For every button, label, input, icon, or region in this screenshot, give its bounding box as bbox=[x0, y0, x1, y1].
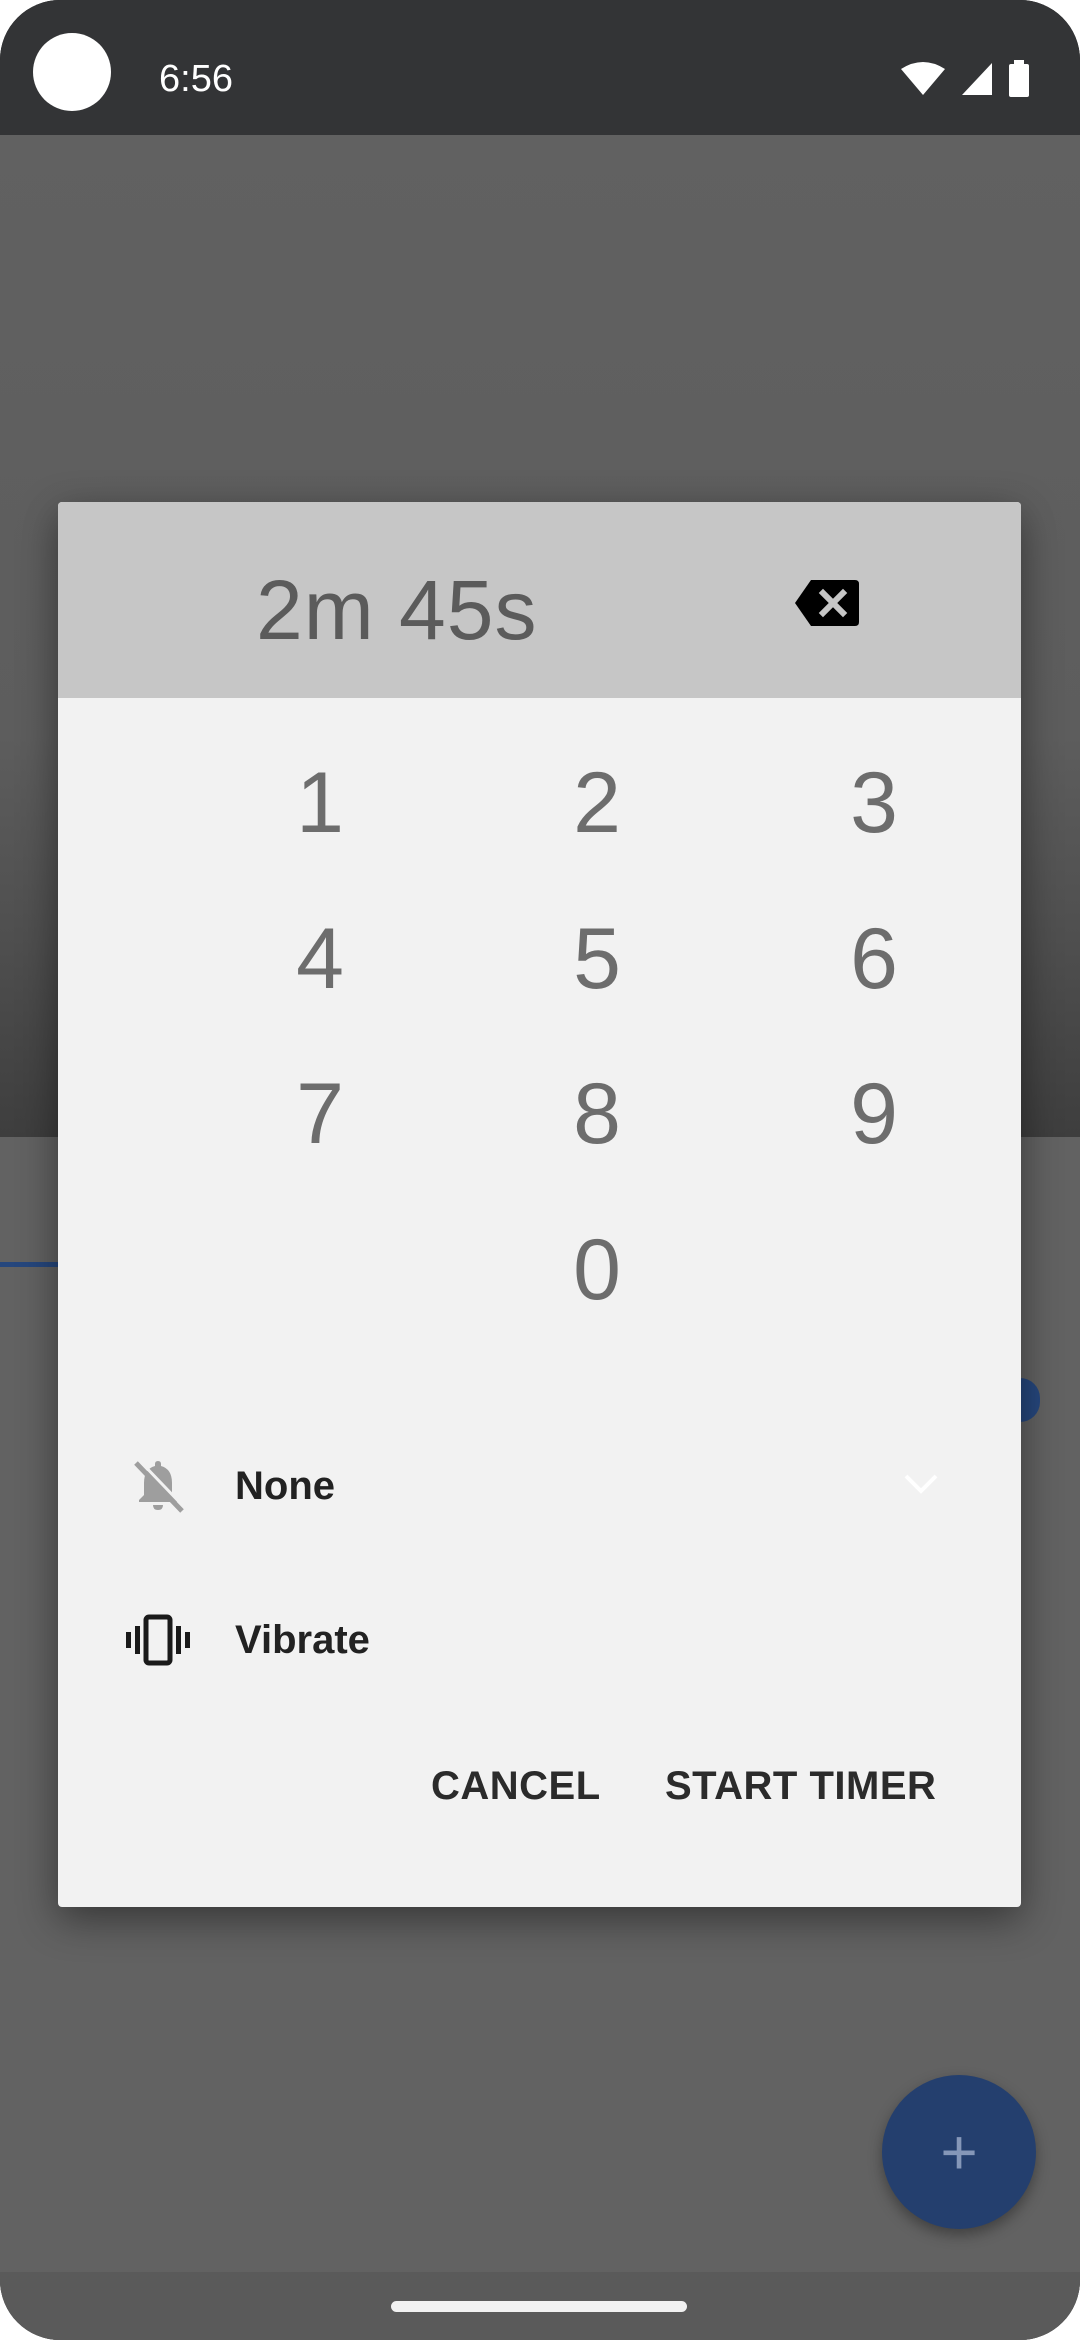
phone-screen: + 6:56 2m 45s 1 2 3 4 5 6 7 8 9 0 None V… bbox=[0, 0, 1080, 2340]
time-display: 2m 45s bbox=[256, 563, 538, 657]
start-timer-button[interactable]: START TIMER bbox=[665, 1764, 936, 1809]
key-9[interactable]: 9 bbox=[784, 1049, 964, 1179]
status-icons bbox=[900, 60, 1030, 98]
home-indicator[interactable] bbox=[391, 2301, 687, 2312]
key-4[interactable]: 4 bbox=[230, 894, 410, 1024]
plus-icon: + bbox=[940, 2116, 978, 2188]
battery-icon bbox=[1009, 60, 1029, 97]
dialog-header: 2m 45s bbox=[58, 502, 1021, 698]
key-8[interactable]: 8 bbox=[507, 1049, 687, 1179]
add-timer-button[interactable]: + bbox=[882, 2075, 1036, 2229]
tab-indicator bbox=[0, 1262, 60, 1267]
timer-dialog: 2m 45s 1 2 3 4 5 6 7 8 9 0 None Vibrate … bbox=[58, 502, 1021, 1907]
ringtone-label: None bbox=[235, 1464, 335, 1508]
cell-signal-icon bbox=[962, 63, 992, 95]
key-2[interactable]: 2 bbox=[507, 738, 687, 868]
key-3[interactable]: 3 bbox=[784, 738, 964, 868]
key-7[interactable]: 7 bbox=[230, 1049, 410, 1179]
vibrate-toggle[interactable]: Vibrate bbox=[58, 1580, 1021, 1700]
key-1[interactable]: 1 bbox=[230, 738, 410, 868]
key-5[interactable]: 5 bbox=[507, 894, 687, 1024]
backspace-button[interactable] bbox=[782, 568, 872, 638]
vibrate-label: Vibrate bbox=[235, 1618, 370, 1662]
notifications-off-icon bbox=[121, 1454, 195, 1518]
cancel-button[interactable]: CANCEL bbox=[431, 1764, 601, 1809]
key-6[interactable]: 6 bbox=[784, 894, 964, 1024]
status-bar: 6:56 bbox=[0, 0, 1080, 135]
ringtone-selector[interactable]: None bbox=[58, 1426, 1021, 1546]
key-0[interactable]: 0 bbox=[507, 1205, 687, 1335]
status-time: 6:56 bbox=[159, 58, 233, 100]
camera-cutout bbox=[33, 33, 111, 111]
backspace-icon bbox=[795, 580, 859, 626]
vibrate-icon bbox=[121, 1608, 195, 1672]
chevron-down-icon bbox=[896, 1464, 946, 1504]
wifi-icon bbox=[901, 62, 945, 95]
